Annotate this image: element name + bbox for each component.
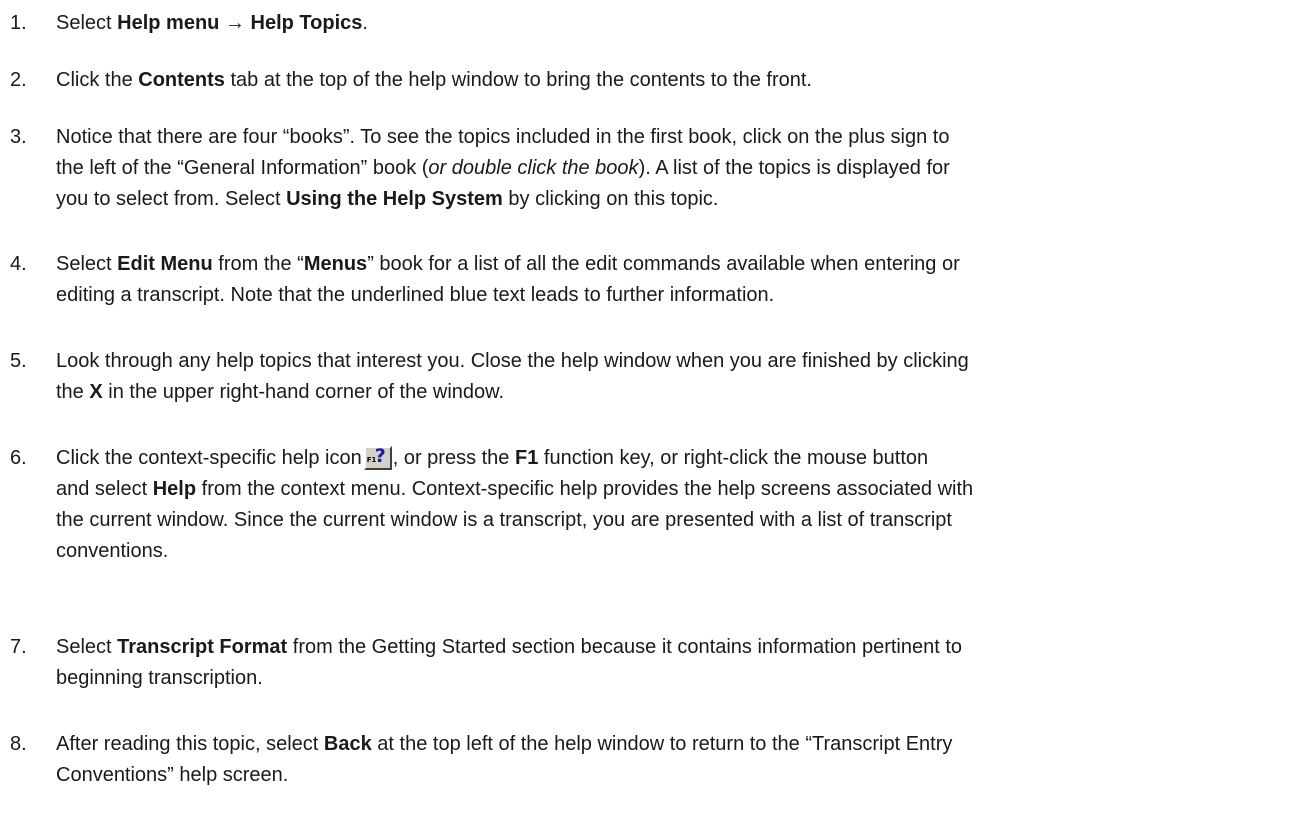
text-run: , or press the [392,447,515,469]
step-number: 5. [10,350,27,372]
step-number: 1. [10,12,27,34]
step-text: Look through any help topics that intere… [56,346,1306,408]
text-run: tab at the top of the help window to bri… [224,69,812,91]
text-run: ” book for a list of all the edit comman… [367,253,960,275]
step-number: 6. [10,447,27,469]
step-text-line: the X in the upper right-hand corner of … [56,377,1306,408]
bold-term: X [89,381,103,403]
text-run: Click the context-specific help icon [56,447,362,469]
text-run: and select [56,478,153,500]
bold-term: Help [152,478,197,500]
question-mark-icon: ? [374,445,386,467]
step-number: 7. [10,636,27,658]
step-text-line: you to select from. Select Using the Hel… [56,184,1306,215]
text-run: from the context menu. Context-specific … [196,478,974,500]
step-text-line: Click the Contents tab at the top of the… [56,65,1306,96]
text-run: Notice that there are four “books”. To s… [56,126,950,148]
step-text-line: Look through any help topics that intere… [56,346,1306,377]
step-text-line: Select Help menu → Help Topics. [56,8,1306,39]
f1-help-icon: F1? [363,445,392,470]
step-text-line: conventions. [56,536,1306,567]
step-number: 2. [10,69,27,91]
step-number: 4. [10,253,27,275]
text-run: the left of the “General Information” bo… [56,157,429,179]
text-run: Select [56,636,118,658]
step-text-line: Select Transcript Format from the Gettin… [56,632,1306,663]
step-text-line: After reading this topic, select Back at… [56,729,1306,760]
step-text: Select Transcript Format from the Gettin… [56,632,1306,694]
text-run: . [362,12,368,34]
text-run: Conventions” help screen. [56,764,289,786]
text-run: from the “ [212,253,304,275]
text-run: function key, or right-click the mouse b… [538,447,929,469]
text-run: the [56,381,90,403]
text-run: in the upper right-hand corner of the wi… [102,381,505,403]
text-run: ). A list of the topics is displayed for [638,157,950,179]
text-run: the current window. Since the current wi… [56,509,952,531]
text-run: Select [56,12,118,34]
step-text: Select Edit Menu from the “Menus” book f… [56,249,1306,311]
bold-term: Contents [138,69,225,91]
bold-term: Help menu → Help Topics [117,12,363,34]
step-text-line: the current window. Since the current wi… [56,505,1306,536]
step-text-line: beginning transcription. [56,663,1306,694]
text-run: Look through any help topics that intere… [56,350,969,372]
step-text: Notice that there are four “books”. To s… [56,122,1306,215]
step-text-line: Click the context-specific help icon F1?,… [56,443,1306,474]
step-number: 8. [10,733,27,755]
step-text-line: editing a transcript. Note that the unde… [56,280,1306,311]
text-run: at the top left of the help window to re… [371,733,953,755]
text-run: you to select from. Select [56,188,287,210]
text-run: After reading this topic, select [56,733,324,755]
step-text-line: and select Help from the context menu. C… [56,474,1306,505]
step-text-line: Notice that there are four “books”. To s… [56,122,1306,153]
text-run: Select [56,253,118,275]
step-text-line: Conventions” help screen. [56,760,1306,791]
step-text: Click the context-specific help icon F1?,… [56,443,1306,567]
bold-term: Back [323,733,372,755]
step-number: 3. [10,126,27,148]
step-text-line: the left of the “General Information” bo… [56,153,1306,184]
text-run: beginning transcription. [56,667,263,689]
step-text-line: Select Edit Menu from the “Menus” book f… [56,249,1306,280]
italic-note: or double click the book [428,157,639,179]
bold-term: Edit Menu [117,253,213,275]
bold-term: Transcript Format [117,636,288,658]
text-run: from the Getting Started section because… [287,636,963,658]
bold-term: Menus [303,253,368,275]
step-text: Click the Contents tab at the top of the… [56,65,1306,96]
text-run: conventions. [56,540,169,562]
text-run: by clicking on this topic. [502,188,719,210]
text-run: Click the [56,69,139,91]
text-run: editing a transcript. Note that the unde… [56,284,775,306]
step-text: After reading this topic, select Back at… [56,729,1306,791]
step-text: Select Help menu → Help Topics. [56,8,1306,39]
bold-term: Using the Help System [286,188,503,210]
bold-term: F1 [514,447,539,469]
